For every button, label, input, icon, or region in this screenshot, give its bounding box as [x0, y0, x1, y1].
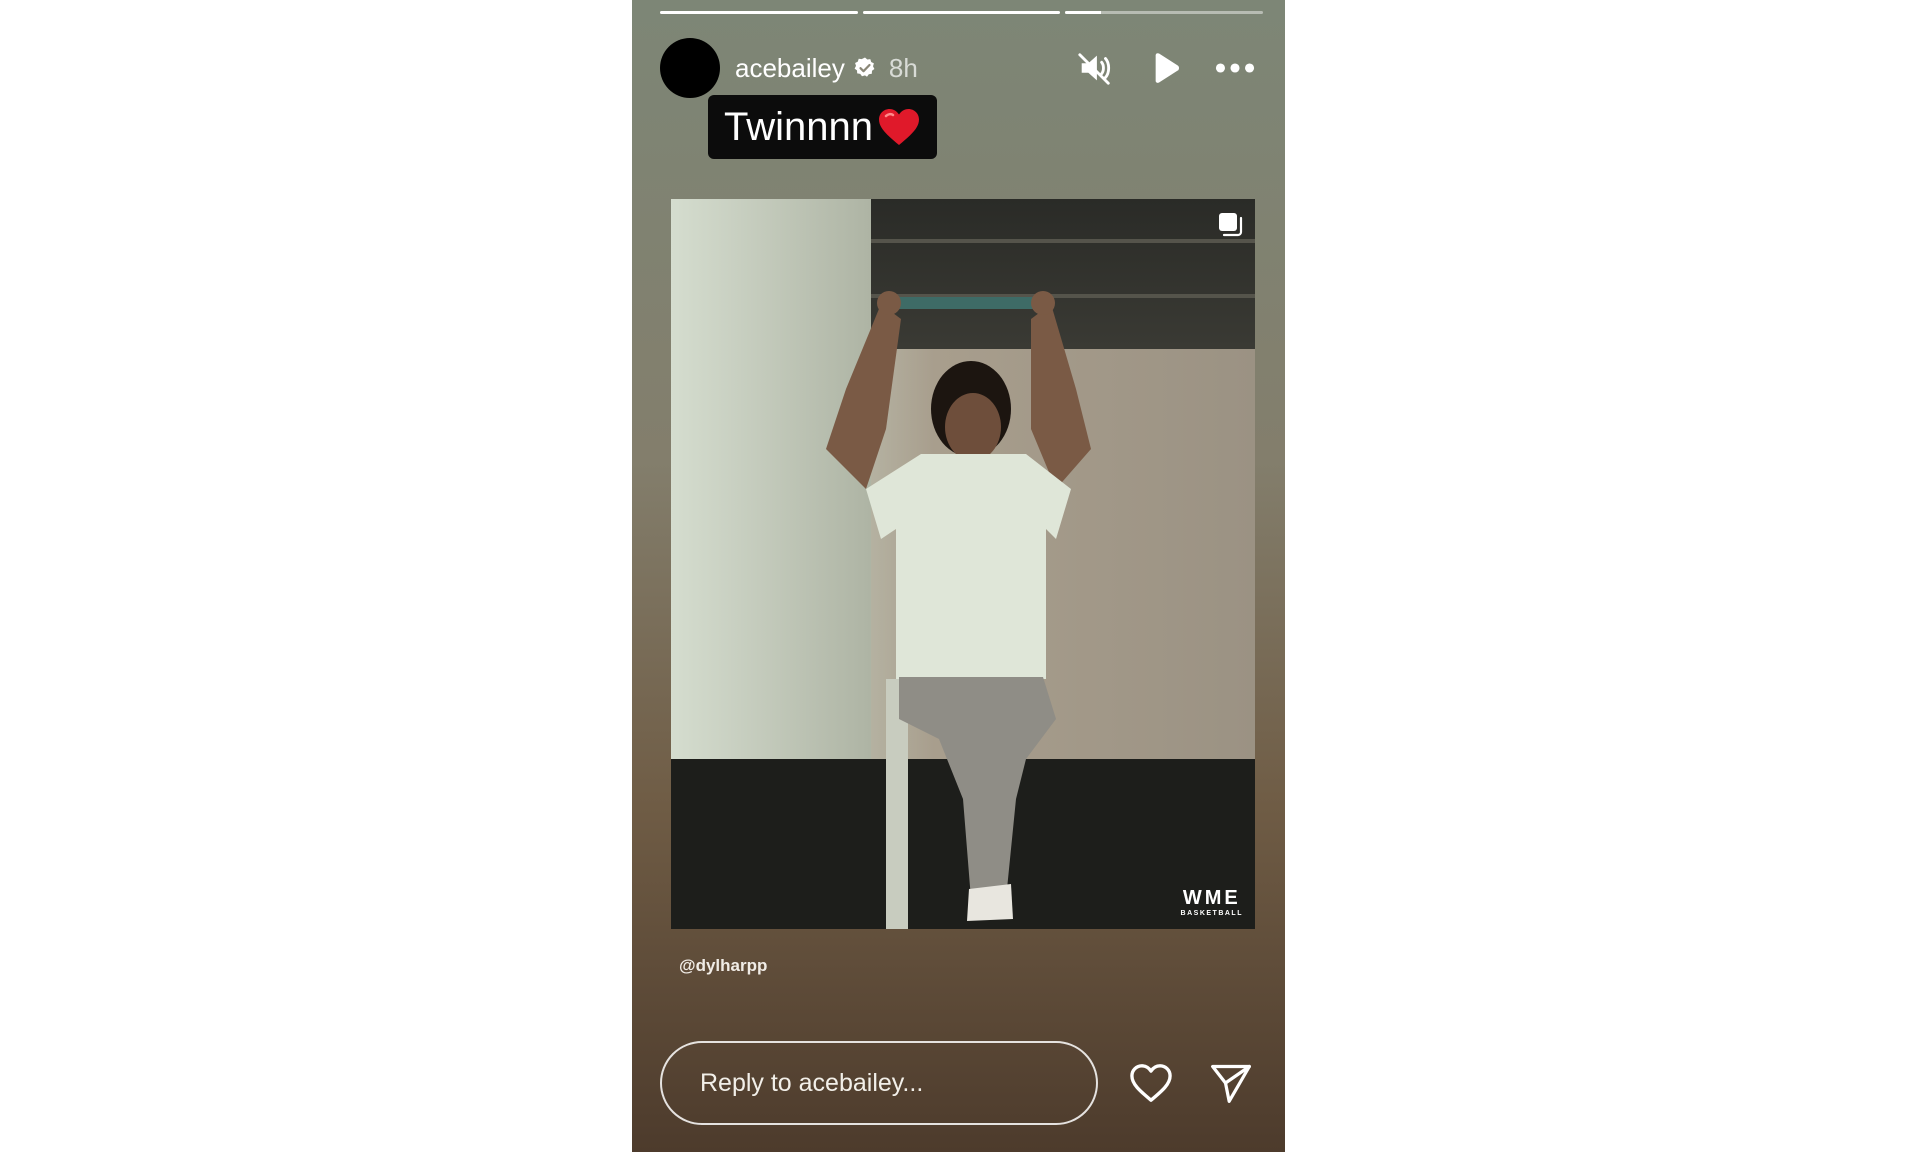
- verified-badge-icon: [853, 56, 877, 80]
- muted-speaker-icon[interactable]: [1075, 48, 1115, 88]
- footer-actions: [1127, 1059, 1255, 1107]
- story-progress-bar: [660, 11, 1264, 14]
- play-icon[interactable]: [1145, 48, 1185, 88]
- avatar[interactable]: [660, 38, 720, 98]
- header-actions: [1075, 48, 1255, 88]
- story-header: acebailey 8h: [660, 38, 1255, 98]
- caption-sticker: Twinnnn: [708, 95, 937, 159]
- progress-segment-fill: [660, 11, 858, 14]
- mention-tag[interactable]: @dylharpp: [679, 956, 767, 976]
- post-time: 8h: [888, 52, 918, 83]
- username[interactable]: acebailey: [735, 53, 845, 84]
- send-icon[interactable]: [1207, 1059, 1255, 1107]
- story-viewer: acebailey 8h Twinnnn WME BASKETBALL @dyl…: [632, 0, 1285, 1152]
- multiple-posts-icon: [1217, 211, 1243, 237]
- progress-segment-fill: [1065, 11, 1101, 14]
- progress-segment: [862, 11, 1061, 14]
- caption-text: Twinnnn: [724, 104, 873, 149]
- reply-input[interactable]: [660, 1041, 1098, 1125]
- progress-segment-fill: [862, 11, 1061, 14]
- progress-segment: [660, 11, 858, 14]
- athlete-figure: [826, 291, 1091, 921]
- red-heart-emoji-icon: [877, 107, 921, 147]
- watermark-sub: BASKETBALL: [1180, 910, 1243, 917]
- wme-watermark: WME BASKETBALL: [1181, 887, 1243, 917]
- more-options-icon[interactable]: [1215, 48, 1255, 88]
- progress-segment: [1065, 11, 1264, 14]
- story-media[interactable]: WME BASKETBALL: [671, 199, 1255, 929]
- story-footer: [660, 1041, 1255, 1125]
- heart-icon[interactable]: [1127, 1059, 1175, 1107]
- watermark-main: WME: [1182, 887, 1241, 909]
